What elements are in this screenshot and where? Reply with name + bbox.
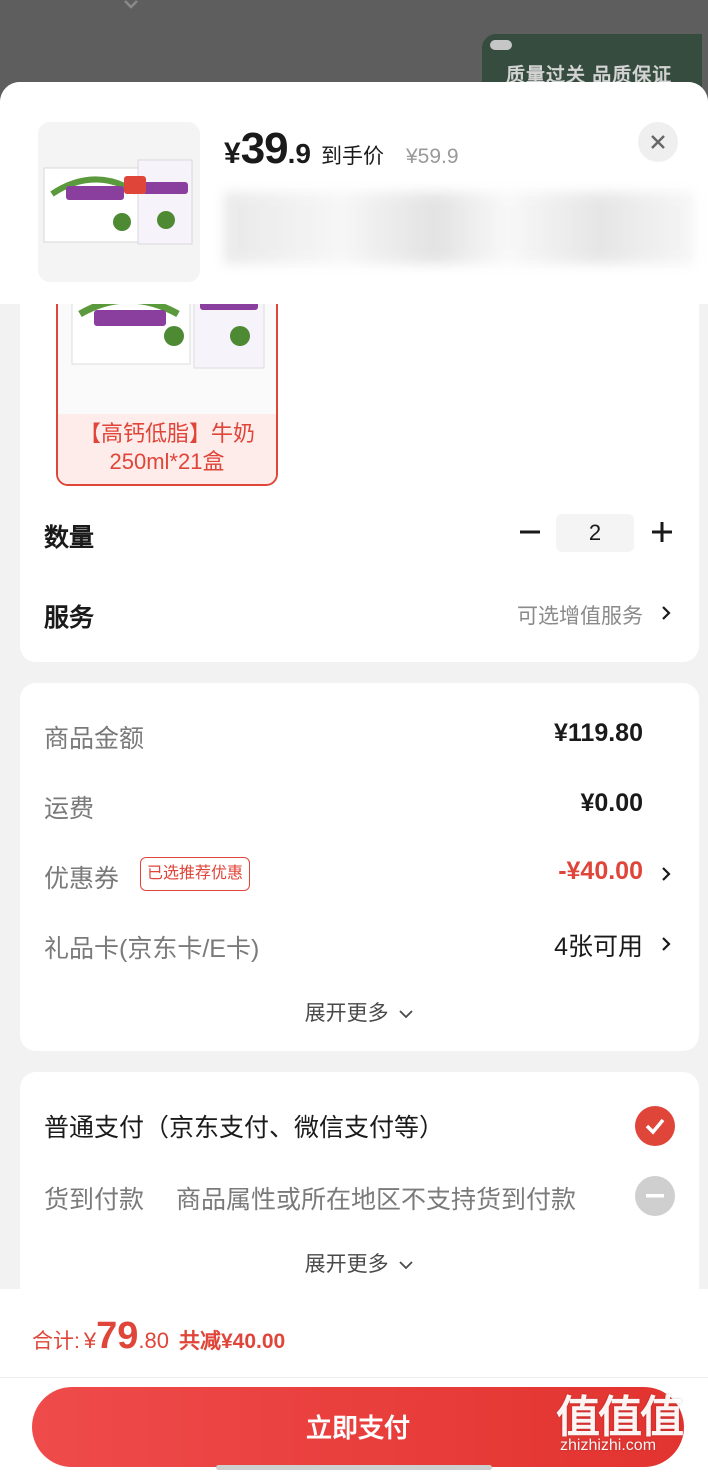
shipping-label: 运费 [44, 795, 95, 823]
expand-more-amounts[interactable]: 展开更多 [20, 997, 699, 1027]
price-currency: ¥ [224, 137, 241, 170]
chevron-down-icon [399, 1010, 414, 1019]
brand-logo [490, 40, 512, 50]
total-currency: ¥ [83, 1328, 97, 1353]
price-decimal: .9 [287, 138, 311, 169]
disabled-icon [646, 1194, 664, 1198]
price-row: ¥39.9 到手价 ¥59.9 [224, 124, 459, 174]
service-label: 服务 [44, 604, 95, 632]
pay-now-button[interactable]: 立即支付 [32, 1387, 684, 1467]
total-discount: 共减¥40.00 [178, 1330, 286, 1353]
home-indicator[interactable] [216, 1465, 492, 1470]
cod-radio-disabled [635, 1176, 675, 1216]
product-header: ¥39.9 到手价 ¥59.9 [0, 82, 708, 304]
gift-card-value[interactable]: 4张可用 [554, 927, 643, 963]
coupon-value[interactable]: -¥40.00 [558, 857, 643, 886]
standard-payment-option[interactable]: 普通支付（京东支付、微信支付等） [44, 1108, 444, 1144]
divider [0, 1377, 708, 1378]
total-row: 合计: ¥79.80 共减¥40.00 [32, 1315, 285, 1358]
checkout-footer: 合计: ¥79.80 共减¥40.00 立即支付 值值值 zhizhizhi.com [0, 1289, 708, 1472]
chevron-down-icon [399, 1261, 414, 1270]
chevron-right-icon[interactable] [660, 604, 672, 622]
close-icon[interactable] [649, 133, 667, 151]
coupon-label: 优惠券 [44, 865, 120, 893]
goods-amount-label: 商品金额 [44, 725, 145, 753]
cod-label: 货到付款 [44, 1186, 145, 1214]
shipping-value: ¥0.00 [580, 789, 643, 817]
quantity-label: 数量 [44, 524, 95, 552]
quantity-input[interactable]: 2 [556, 514, 634, 552]
standard-payment-radio[interactable] [635, 1106, 675, 1146]
expand-more-label: 展开更多 [304, 1253, 389, 1276]
gift-card-label: 礼品卡(京东卡/E卡) [44, 935, 260, 963]
total-decimal: .80 [138, 1328, 169, 1353]
sku-label: 【高钙低脂】牛奶250ml*21盒 [58, 414, 276, 484]
check-icon [645, 1118, 665, 1135]
service-option[interactable]: 可选增值服务 [517, 600, 643, 630]
checkout-sheet: 【高钙低脂】牛奶250ml*21盒 数量 2 服务 可选增值服务 ¥39.9 到… [0, 82, 708, 1472]
expand-more-label: 展开更多 [304, 1002, 389, 1025]
coupon-tag: 已选推荐优惠 [140, 857, 251, 891]
total-label: 合计: [32, 1330, 80, 1353]
sku-option-selected[interactable]: 【高钙低脂】牛奶250ml*21盒 [56, 282, 278, 486]
goods-amount-value: ¥119.80 [554, 719, 643, 747]
chevron-right-icon[interactable] [660, 935, 672, 953]
cod-note: 商品属性或所在地区不支持货到付款 [176, 1186, 577, 1214]
original-price: ¥59.9 [406, 145, 459, 168]
blurred-product-title [224, 192, 694, 264]
minus-icon[interactable] [518, 520, 542, 544]
price-integer: 39 [240, 124, 289, 173]
amount-card: 商品金额 ¥119.80 运费 ¥0.00 优惠券 已选推荐优惠 -¥40.00… [20, 683, 699, 1051]
plus-icon[interactable] [650, 520, 674, 544]
close-button[interactable] [638, 122, 678, 162]
chevron-down-icon [124, 0, 138, 9]
price-label: 到手价 [321, 145, 384, 168]
chevron-right-icon[interactable] [660, 865, 672, 883]
expand-more-payments[interactable]: 展开更多 [20, 1248, 699, 1278]
product-thumbnail [38, 122, 200, 282]
total-integer: 79 [96, 1315, 139, 1357]
